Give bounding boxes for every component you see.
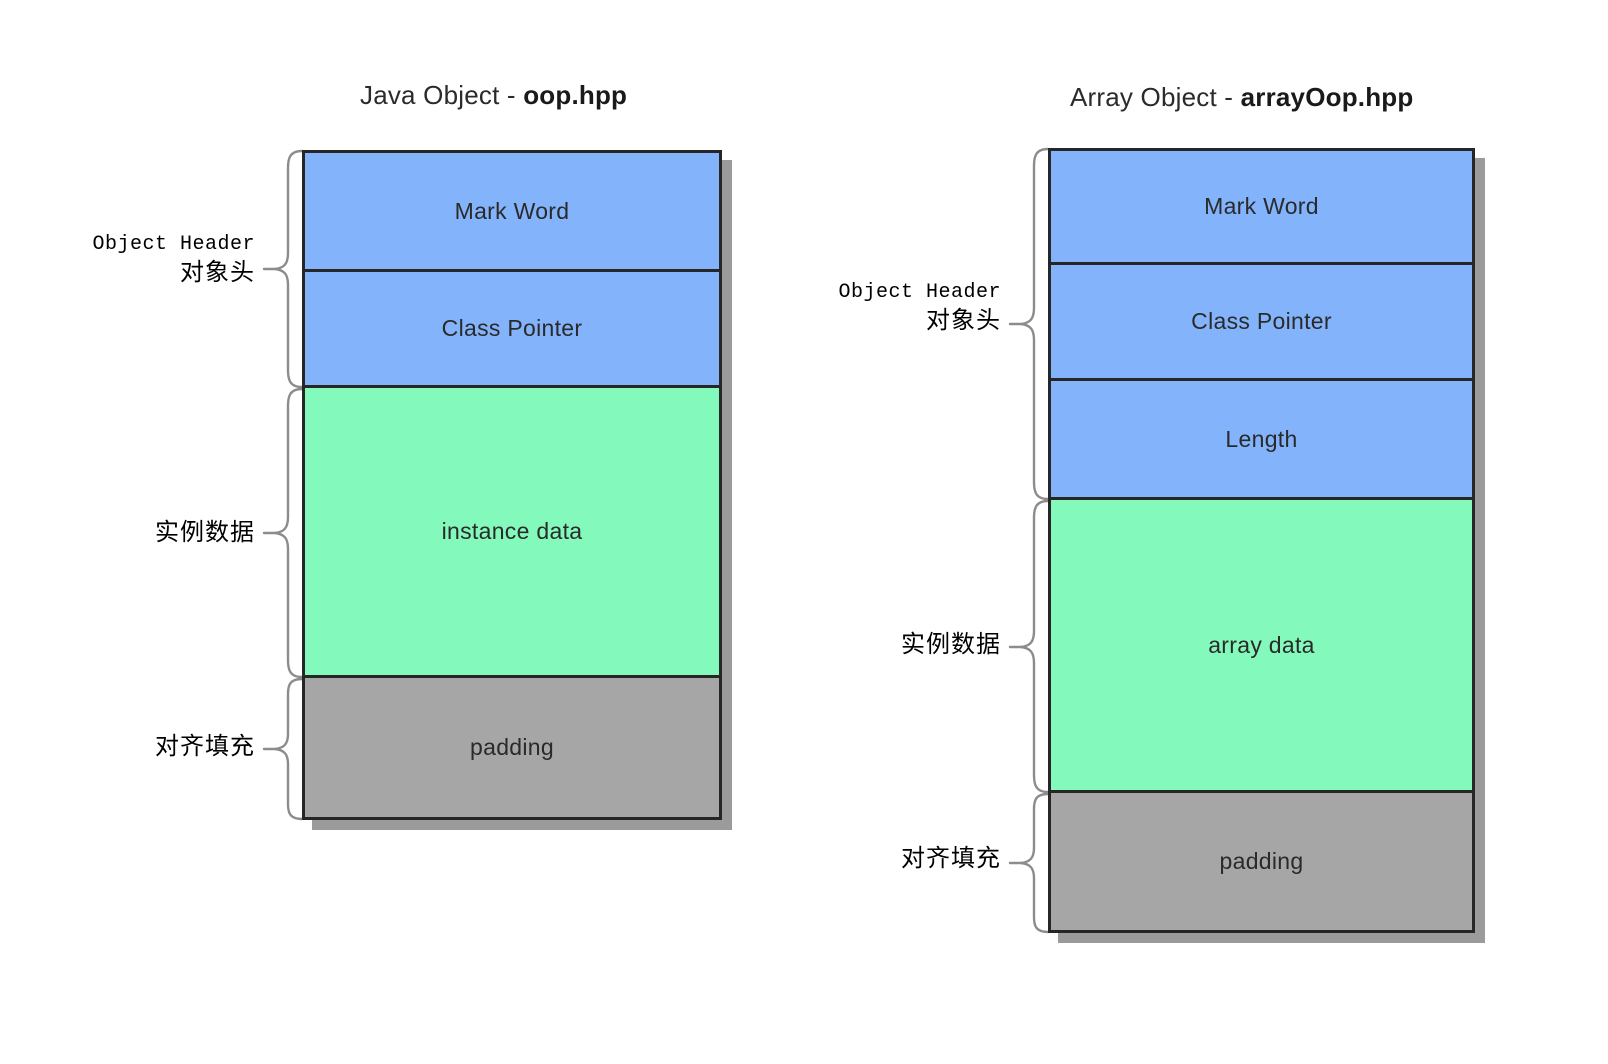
array-object-title-bold: arrayOop.hpp [1240, 82, 1414, 112]
array-object-brace-object-header [1008, 147, 1050, 501]
group-label-en: Object Header [838, 281, 1001, 304]
array-object-title: Array Object - arrayOop.hpp [1070, 82, 1413, 113]
java-object-band-mark-word[interactable]: Mark Word [302, 150, 722, 272]
java-object-title-normal: Java Object - [360, 80, 524, 110]
group-label-zh: 对齐填充 [155, 734, 255, 760]
array-object-label-instance-data: 实例数据 [766, 630, 1001, 661]
group-label-zh: 对象头 [180, 259, 255, 286]
java-object-title-bold: oop.hpp [523, 80, 628, 110]
band-label: array data [1208, 631, 1315, 658]
array-object-brace-padding [1008, 792, 1050, 934]
band-label: instance data [441, 518, 583, 544]
group-label-zh: 对象头 [926, 307, 1001, 334]
band-label: Mark Word [454, 197, 570, 224]
array-object-label-object-header: Object Header 对象头 [766, 280, 1001, 336]
java-object-band-padding[interactable]: padding [302, 675, 722, 820]
java-object-title: Java Object - oop.hpp [360, 80, 627, 111]
band-label: padding [1219, 848, 1304, 874]
array-object-label-padding: 对齐填充 [766, 844, 1001, 875]
band-label: Mark Word [1204, 193, 1319, 219]
array-object-band-array-data[interactable]: array data [1048, 497, 1475, 793]
java-object-memory-stack: Mark Word Class Pointer instance data pa… [302, 150, 722, 820]
array-object-band-padding[interactable]: padding [1048, 790, 1475, 933]
array-object-band-length[interactable]: Length [1048, 378, 1475, 500]
array-object-memory-stack: Mark Word Class Pointer Length array dat… [1048, 148, 1475, 933]
array-object-band-class-pointer[interactable]: Class Pointer [1048, 262, 1475, 381]
band-label: padding [470, 734, 554, 760]
band-label: Length [1225, 425, 1298, 452]
array-object-brace-instance-data [1008, 499, 1050, 794]
java-object-label-padding: 对齐填充 [20, 732, 255, 763]
group-label-zh: 实例数据 [901, 632, 1001, 658]
java-object-brace-instance-data [262, 387, 304, 679]
band-label: Class Pointer [441, 315, 583, 341]
java-object-band-class-pointer[interactable]: Class Pointer [302, 269, 722, 388]
group-label-zh: 实例数据 [155, 520, 255, 546]
java-object-label-object-header: Object Header 对象头 [20, 232, 255, 288]
java-object-brace-padding [262, 677, 304, 821]
array-object-title-normal: Array Object - [1070, 82, 1241, 112]
group-label-zh: 对齐填充 [901, 846, 1001, 872]
java-object-brace-object-header [262, 149, 304, 389]
java-object-band-instance-data[interactable]: instance data [302, 385, 722, 678]
java-object-label-instance-data: 实例数据 [20, 518, 255, 549]
diagram-canvas: Java Object - oop.hpp Mark Word Class Po… [0, 0, 1608, 1064]
band-label: Class Pointer [1191, 308, 1332, 334]
array-object-band-mark-word[interactable]: Mark Word [1048, 148, 1475, 265]
group-label-en: Object Header [92, 233, 255, 256]
